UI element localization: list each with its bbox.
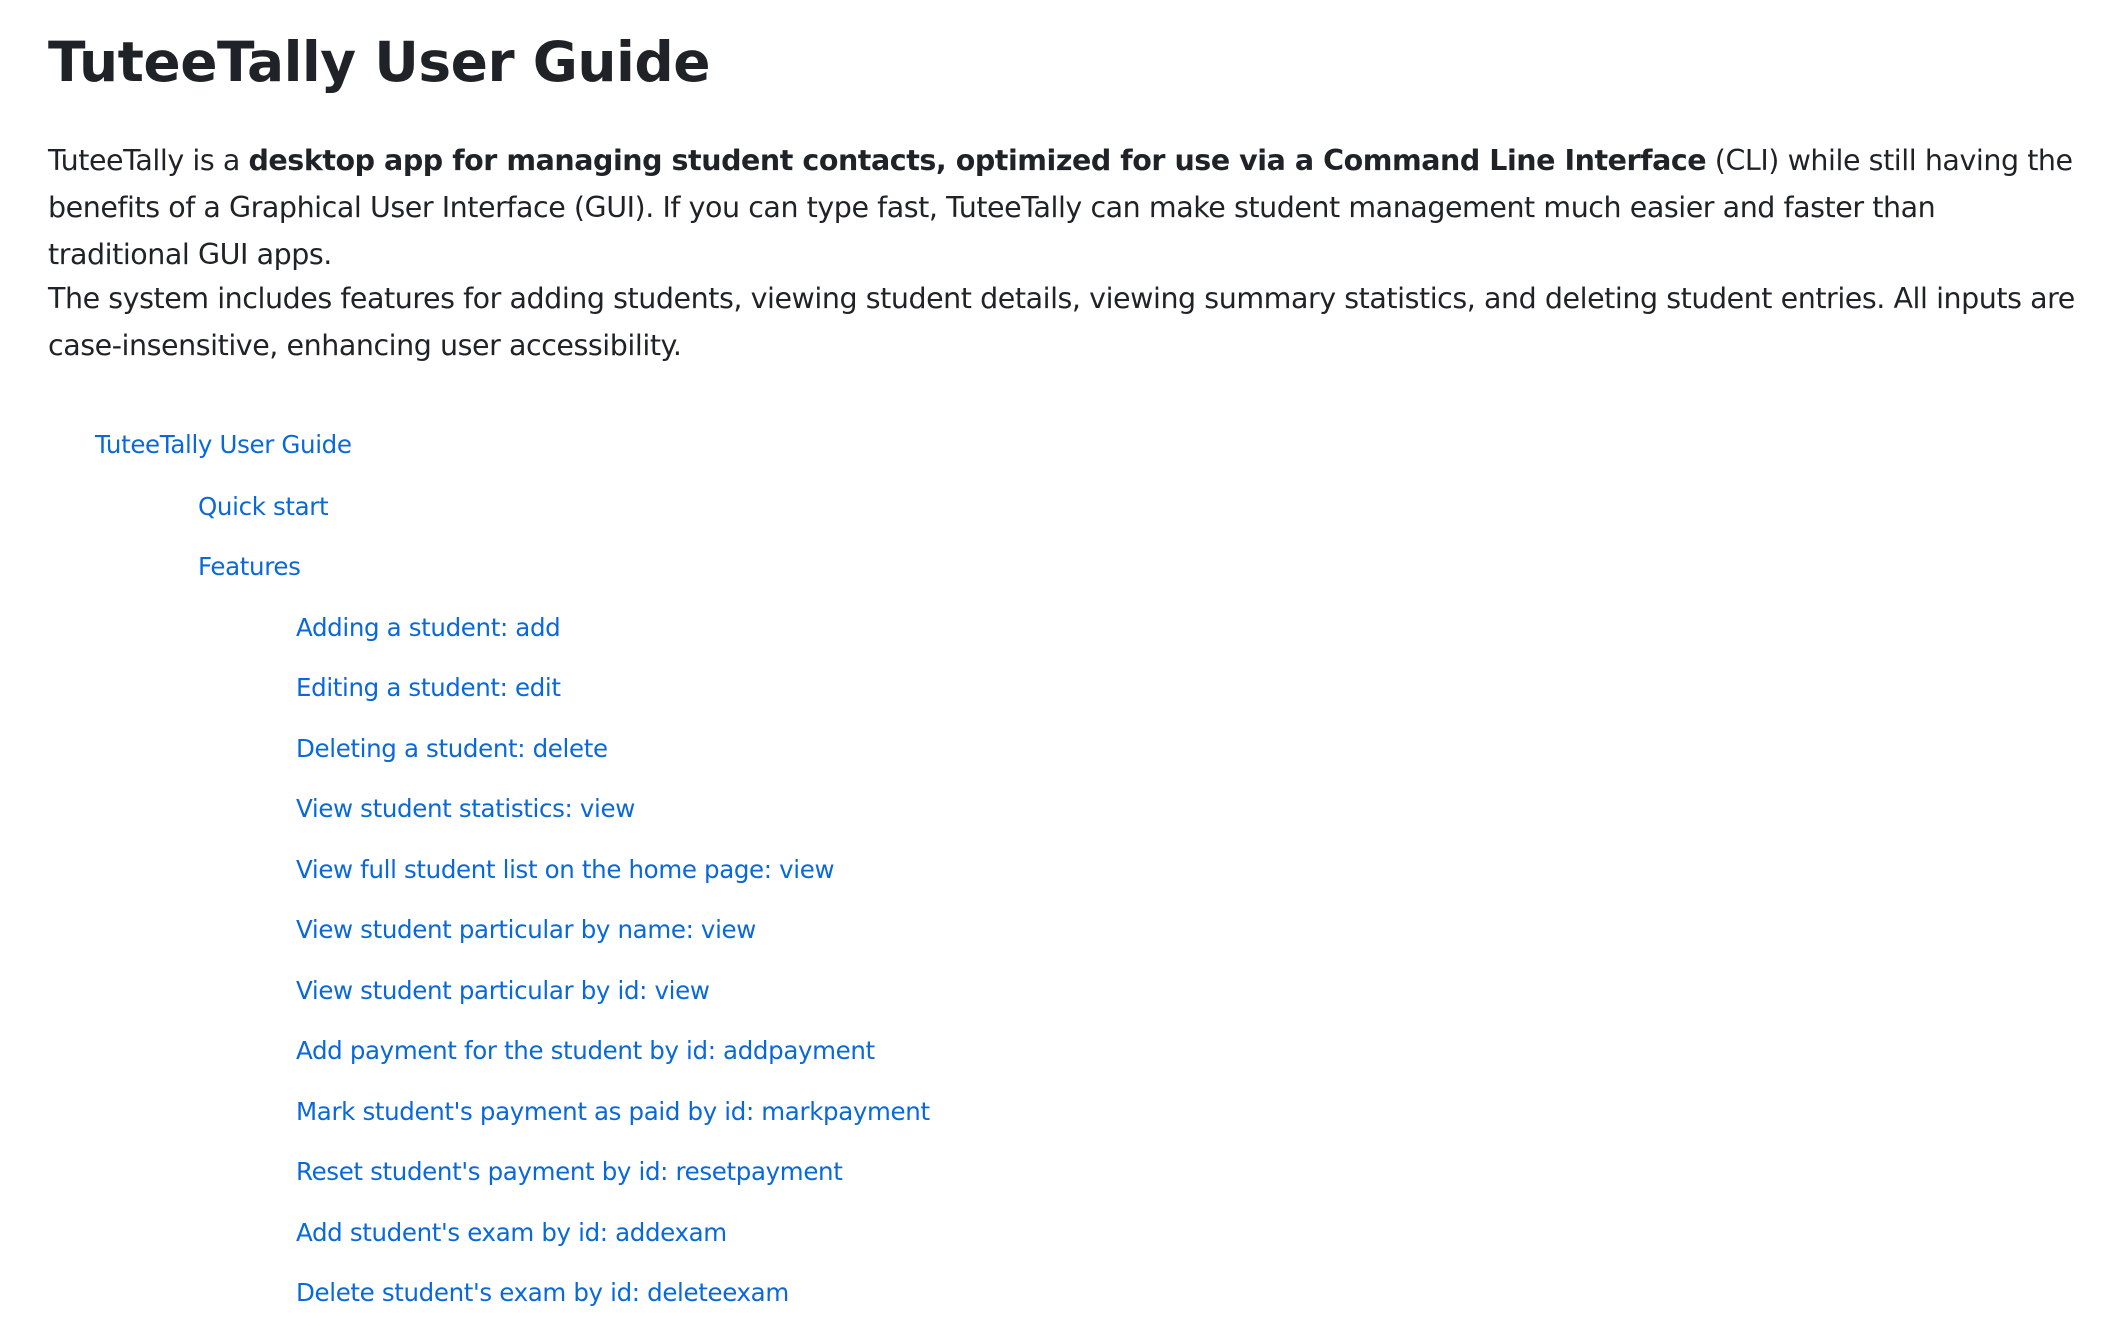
toc-link-delete[interactable]: Deleting a student: delete: [296, 732, 608, 766]
intro-bold-text: desktop app for managing student contact…: [248, 144, 1707, 177]
toc-link-deleteexam[interactable]: Delete student's exam by id: deleteexam: [296, 1276, 789, 1310]
toc-link-addpayment[interactable]: Add payment for the student by id: addpa…: [296, 1034, 875, 1068]
toc-link-features[interactable]: Features: [198, 550, 301, 584]
toc-link-view-full-list[interactable]: View full student list on the home page:…: [296, 853, 835, 887]
toc-link-edit[interactable]: Editing a student: edit: [296, 671, 561, 705]
toc-link-user-guide[interactable]: TuteeTally User Guide: [95, 428, 352, 462]
toc-link-view-by-id[interactable]: View student particular by id: view: [296, 974, 710, 1008]
intro-paragraph: TuteeTally is a desktop app for managing…: [48, 137, 2082, 278]
toc-link-quick-start[interactable]: Quick start: [198, 490, 329, 524]
toc-link-add[interactable]: Adding a student: add: [296, 611, 561, 645]
toc-link-view-statistics[interactable]: View student statistics: view: [296, 792, 635, 826]
page-title: TuteeTally User Guide: [48, 30, 711, 94]
toc-link-addexam[interactable]: Add student's exam by id: addexam: [296, 1216, 727, 1250]
features-summary-paragraph: The system includes features for adding …: [48, 282, 2075, 362]
toc-link-markpayment[interactable]: Mark student's payment as paid by id: ma…: [296, 1095, 930, 1129]
toc-link-view-by-name[interactable]: View student particular by name: view: [296, 913, 756, 947]
toc-link-resetpayment[interactable]: Reset student's payment by id: resetpaym…: [296, 1155, 843, 1189]
intro-text-start: TuteeTally is a: [48, 144, 249, 177]
